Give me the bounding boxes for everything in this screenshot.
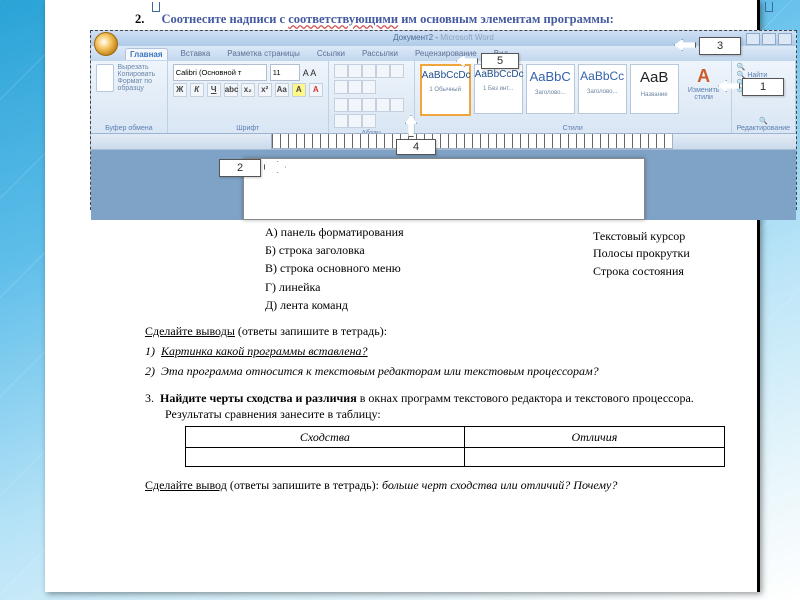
document-area [91, 150, 796, 220]
concl-q2: Эта программа относится к текстовым реда… [161, 364, 599, 378]
q3-rest: в окнах программ текстового редактора и … [357, 391, 694, 405]
callout-4: 4 [396, 139, 436, 155]
group-styles: AaBbCcDc1 Обычный AaBbCcDc1 Без инт... A… [415, 61, 732, 133]
tab-insert: Вставка [177, 48, 215, 59]
conclusion-heading: Сделайте выводы [145, 324, 235, 338]
change-styles: AИзменить стили [682, 64, 726, 125]
arrow-left-icon [456, 55, 478, 67]
cut-label: Вырезать [118, 64, 162, 71]
app-name: Microsoft Word [440, 33, 494, 42]
q3-bold: Найдите черты сходства и различия [160, 391, 357, 405]
marker-right [765, 2, 773, 12]
side-l3: Строка состояния [593, 263, 690, 280]
final-conclusion: Сделайте вывод (ответы запишите в тетрад… [145, 477, 737, 493]
side-note: Текстовый курсор Полосы прокрутки Строка… [593, 228, 690, 280]
question-2: 2. Соотнесите надписи с соответствующими… [135, 12, 747, 27]
conclusion-block: Сделайте выводы (ответы запишите в тетра… [145, 323, 737, 380]
tab-layout: Разметка страницы [223, 48, 304, 59]
ribbon: Вырезать Копировать Формат по образцу Бу… [91, 61, 796, 134]
style-box: AaBbCcDc1 Без инт... [474, 64, 523, 114]
group-font: A A ЖКЧabcx₂x²Aa AA Шрифт [168, 61, 329, 133]
font-name-combo [173, 64, 267, 81]
styles-group-label: Стили [420, 125, 726, 132]
q3-number: 3. [145, 391, 154, 405]
copy-label: Копировать [118, 71, 162, 78]
callout-1: 1 [742, 78, 784, 96]
side-l2: Полосы прокрутки [593, 245, 690, 262]
ruler-icon [271, 133, 673, 149]
tab-mail: Рассылки [358, 48, 402, 59]
group-paragraph: Абзац [329, 61, 415, 133]
editing-group-label: Редактирование [737, 117, 790, 132]
window-controls [746, 33, 792, 45]
style-box: AaBНазвание [630, 64, 679, 114]
q3-line2: Результаты сравнения занесите в таблицу: [145, 406, 737, 422]
concl-q1-num: 1) [145, 344, 155, 358]
tab-home: Главная [125, 48, 168, 60]
callout-2: 2 [219, 159, 261, 177]
style-box: AaBbCcDc1 Обычный [420, 64, 471, 116]
cell-empty [464, 448, 724, 467]
marker-left [152, 2, 160, 12]
page [243, 158, 645, 220]
tab-refs: Ссылки [313, 48, 349, 59]
cell-empty [186, 448, 465, 467]
side-l1: Текстовый курсор [593, 228, 690, 245]
question-3: 3. Найдите черты сходства и различия в о… [145, 390, 737, 468]
office-button-icon [94, 32, 118, 56]
q2-wavy: соответствующими [288, 12, 398, 26]
font-group-label: Шрифт [173, 125, 323, 132]
q2-text-a: Соотнесите надписи с [162, 12, 289, 26]
arrow-right-icon [264, 161, 286, 173]
arrow-up-icon [405, 115, 417, 137]
doc-name: Документ2 - [393, 33, 440, 42]
final-c: больше черт сходства или отличий? Почему… [382, 478, 617, 492]
conclusion-note: (ответы запишите в тетрадь): [235, 324, 387, 338]
concl-q1: Картинка какой программы вставлена? [161, 344, 368, 358]
arrow-left-icon [674, 39, 696, 51]
paste-icon [96, 64, 114, 92]
callout-3: 3 [699, 37, 741, 55]
arrow-left-icon [718, 80, 740, 92]
window-title: Документ2 - Microsoft Word [393, 33, 494, 42]
word-screenshot: Документ2 - Microsoft Word Главная Встав… [90, 30, 797, 210]
option-d: Д) лента команд [265, 297, 737, 313]
final-a: Сделайте вывод [145, 478, 227, 492]
concl-q2-num: 2) [145, 364, 155, 378]
group-clipboard: Вырезать Копировать Формат по образцу Бу… [91, 61, 168, 133]
font-size-combo [270, 64, 300, 81]
option-g: Г) линейка [265, 279, 737, 295]
style-box: AaBbCЗаголово... [526, 64, 575, 114]
q2-text-b: им основным элементам программы: [398, 12, 614, 26]
th-differences: Отличия [464, 426, 724, 447]
callout-5: 5 [481, 53, 519, 69]
q2-number: 2. [135, 12, 144, 26]
format-painter-label: Формат по образцу [118, 78, 162, 92]
th-similarities: Сходства [186, 426, 465, 447]
comparison-table: СходстваОтличия [185, 426, 725, 467]
clipboard-group-label: Буфер обмена [96, 125, 162, 132]
style-box: AaBbCcЗаголово... [578, 64, 627, 114]
group-editing: Найти Заменить Выделить Редактирование [732, 61, 796, 133]
final-b: (ответы запишите в тетрадь): [227, 478, 382, 492]
